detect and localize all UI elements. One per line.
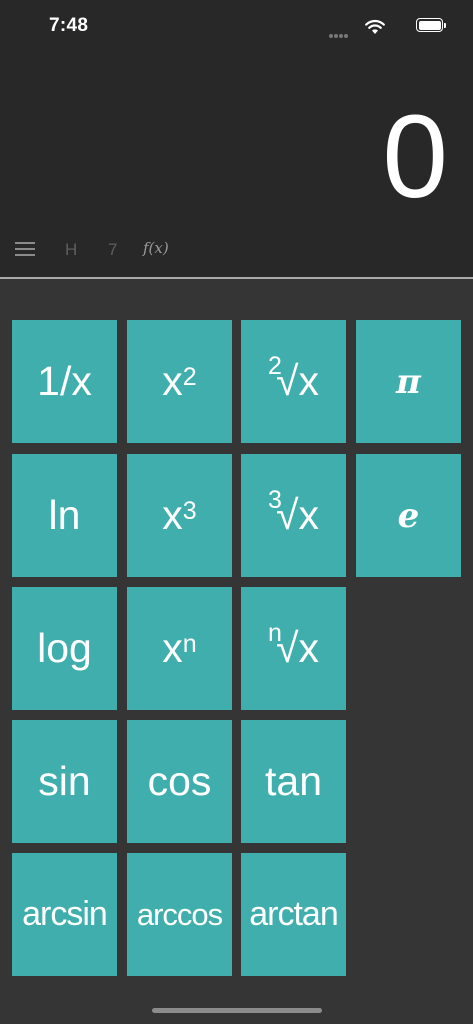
nth-root-button[interactable]: n √x xyxy=(241,587,346,710)
cube-root-button[interactable]: 3 √x xyxy=(241,454,346,577)
power-base: x xyxy=(162,625,183,671)
arcsin-label: arcsin xyxy=(22,895,108,933)
cube-button[interactable]: x3 xyxy=(127,454,232,577)
hamburger-menu-icon[interactable] xyxy=(15,242,35,257)
battery-icon xyxy=(416,18,446,32)
sin-button[interactable]: sin xyxy=(12,720,117,843)
log-button[interactable]: log xyxy=(12,587,117,710)
cellular-signal-icon xyxy=(329,25,351,38)
display-panel: 7:48 0 H 7 f(x) xyxy=(0,0,473,277)
power-button[interactable]: xn xyxy=(127,587,232,710)
arctan-button[interactable]: arctan xyxy=(241,853,346,976)
sin-label: sin xyxy=(38,758,91,804)
pi-button[interactable]: π xyxy=(356,320,461,443)
status-icons xyxy=(323,17,446,38)
square-root-body: √x xyxy=(275,358,319,404)
history-button[interactable]: H xyxy=(65,240,77,260)
divider xyxy=(0,277,473,279)
reciprocal-label: 1/x xyxy=(37,358,92,404)
numeric-keypad-button[interactable]: 7 xyxy=(108,240,117,260)
pi-label: π xyxy=(396,361,421,402)
ln-label: ln xyxy=(48,492,81,538)
square-button[interactable]: x2 xyxy=(127,320,232,443)
cube-root-body: √x xyxy=(275,492,319,538)
euler-button[interactable]: e xyxy=(356,454,461,577)
euler-label: e xyxy=(397,495,420,536)
square-exponent: 2 xyxy=(182,363,197,391)
home-indicator[interactable] xyxy=(152,1008,322,1013)
toolbar: H 7 f(x) xyxy=(0,232,300,268)
cos-button[interactable]: cos xyxy=(127,720,232,843)
arccos-label: arccos xyxy=(136,896,223,932)
cos-label: cos xyxy=(147,758,212,804)
square-base: x xyxy=(162,358,183,404)
ln-button[interactable]: ln xyxy=(12,454,117,577)
status-time: 7:48 xyxy=(49,15,89,36)
arctan-label: arctan xyxy=(249,895,338,933)
functions-button[interactable]: f(x) xyxy=(143,239,169,257)
tan-label: tan xyxy=(265,758,322,804)
cube-base: x xyxy=(162,492,183,538)
tan-button[interactable]: tan xyxy=(241,720,346,843)
arcsin-button[interactable]: arcsin xyxy=(12,853,117,976)
reciprocal-button[interactable]: 1/x xyxy=(12,320,117,443)
cube-exponent: 3 xyxy=(182,497,197,525)
wifi-icon xyxy=(365,19,385,34)
nth-root-body: √x xyxy=(275,625,319,671)
log-label: log xyxy=(37,625,92,671)
square-root-button[interactable]: 2 √x xyxy=(241,320,346,443)
arccos-button[interactable]: arccos xyxy=(127,853,232,976)
result-display: 0 xyxy=(382,91,448,223)
power-exponent: n xyxy=(182,630,197,658)
